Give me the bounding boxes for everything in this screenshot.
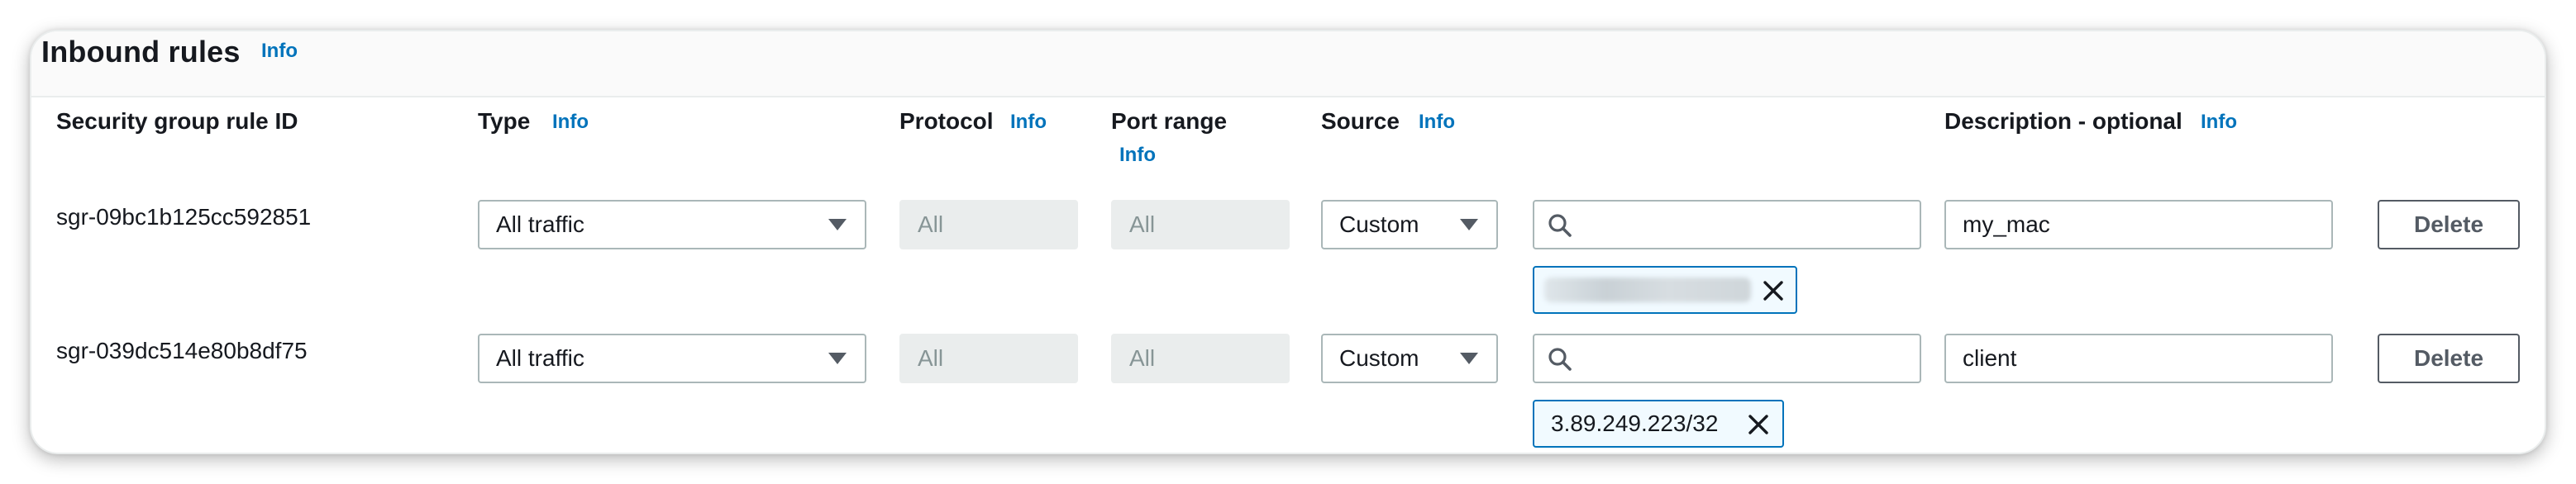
caret-down-icon bbox=[1460, 353, 1478, 364]
search-icon bbox=[1548, 214, 1572, 237]
source-info-link[interactable]: Info bbox=[1419, 111, 1455, 134]
column-header-description: Description - optional bbox=[1944, 108, 2182, 134]
source-token-label: 3.89.249.223/32 bbox=[1551, 410, 1719, 436]
search-icon bbox=[1548, 348, 1572, 371]
protocol-field: All bbox=[899, 334, 1078, 383]
description-input[interactable]: client bbox=[1944, 334, 2333, 383]
close-icon[interactable] bbox=[1761, 278, 1786, 303]
close-icon[interactable] bbox=[1746, 412, 1771, 437]
column-header-protocol: Protocol bbox=[899, 108, 994, 134]
panel-header: Inbound rules Info bbox=[31, 31, 2545, 97]
protocol-field: All bbox=[899, 200, 1078, 249]
source-search-input[interactable] bbox=[1533, 334, 1921, 383]
port-range-info-link[interactable]: Info bbox=[1119, 144, 1156, 167]
caret-down-icon bbox=[1460, 219, 1478, 230]
port-range-field: All bbox=[1111, 334, 1290, 383]
rule-id: sgr-039dc514e80b8df75 bbox=[56, 338, 308, 363]
column-header-type: Type bbox=[478, 108, 531, 134]
caret-down-icon bbox=[828, 353, 847, 364]
description-input[interactable]: my_mac bbox=[1944, 200, 2333, 249]
rule-id: sgr-09bc1b125cc592851 bbox=[56, 204, 312, 230]
inbound-rules-panel: Inbound rules Info Security group rule I… bbox=[30, 30, 2546, 454]
type-select-value: All traffic bbox=[496, 211, 584, 237]
page-title: Inbound rules bbox=[41, 35, 241, 69]
delete-button[interactable]: Delete bbox=[2378, 200, 2520, 249]
port-range-field: All bbox=[1111, 200, 1290, 249]
source-type-value: Custom bbox=[1339, 345, 1419, 371]
column-header-source: Source bbox=[1321, 108, 1400, 134]
source-token: 3.89.249.223/32 bbox=[1533, 400, 1784, 448]
delete-button[interactable]: Delete bbox=[2378, 334, 2520, 383]
source-type-value: Custom bbox=[1339, 211, 1419, 237]
type-select[interactable]: All traffic bbox=[478, 200, 866, 249]
caret-down-icon bbox=[828, 219, 847, 230]
title-info-link[interactable]: Info bbox=[261, 40, 298, 63]
source-type-select[interactable]: Custom bbox=[1321, 334, 1498, 383]
protocol-info-link[interactable]: Info bbox=[1010, 111, 1047, 134]
source-token bbox=[1533, 266, 1797, 314]
source-type-select[interactable]: Custom bbox=[1321, 200, 1498, 249]
description-info-link[interactable]: Info bbox=[2201, 111, 2237, 134]
type-info-link[interactable]: Info bbox=[552, 111, 589, 134]
redacted-ip-value bbox=[1544, 278, 1751, 302]
type-select-value: All traffic bbox=[496, 345, 584, 371]
source-search-input[interactable] bbox=[1533, 200, 1921, 249]
column-header-port-range: Port range bbox=[1111, 108, 1228, 134]
type-select[interactable]: All traffic bbox=[478, 334, 866, 383]
column-header-rule-id: Security group rule ID bbox=[56, 108, 298, 134]
